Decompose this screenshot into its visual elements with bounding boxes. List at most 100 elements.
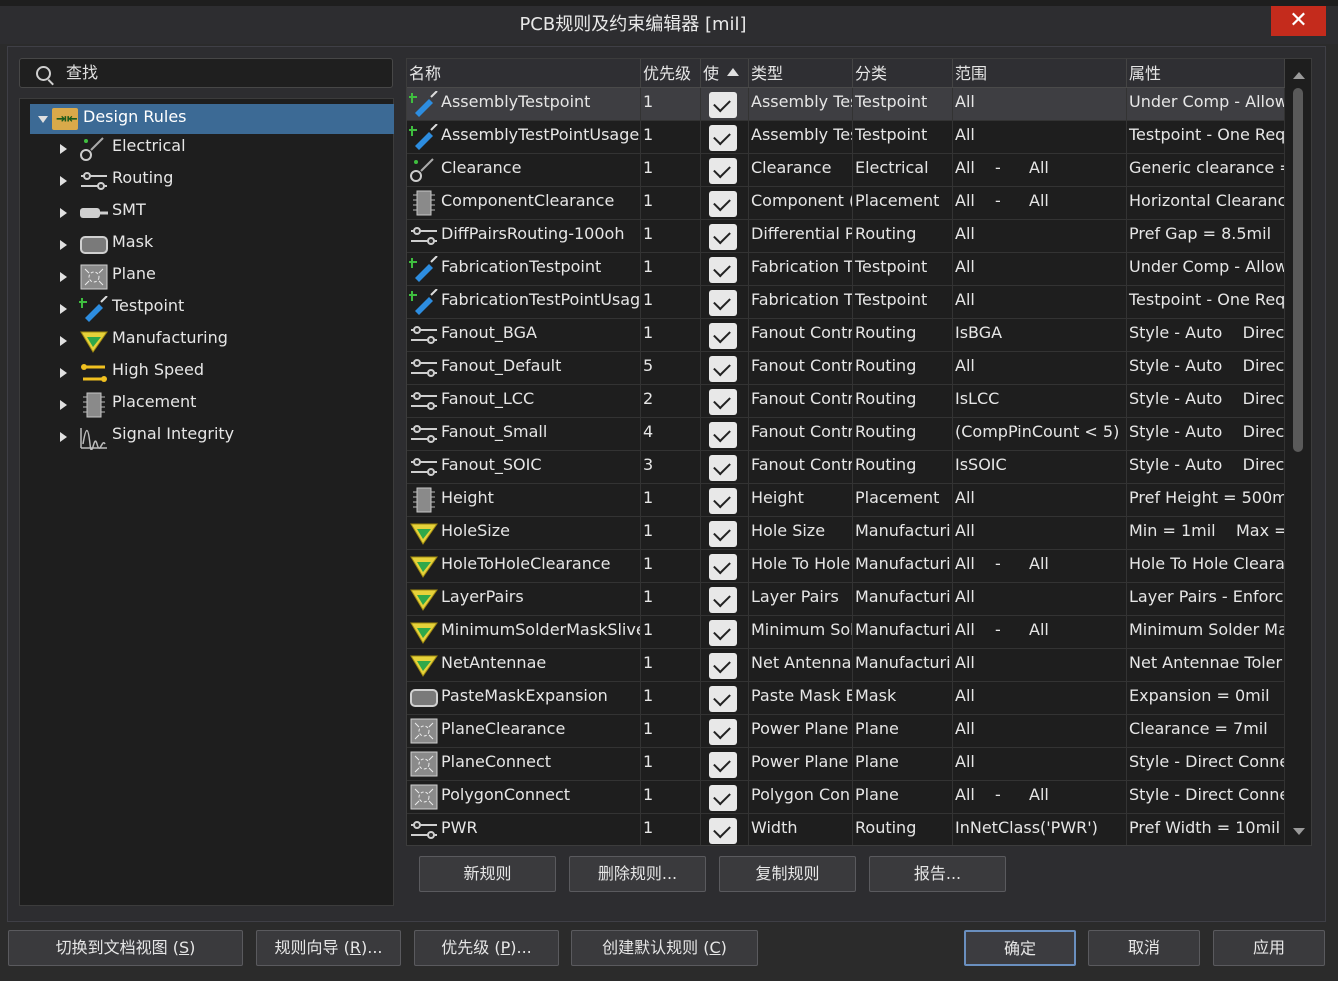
rule-enabled-checkbox[interactable] [709,290,737,316]
expand-arrow-icon[interactable] [60,240,67,250]
expand-arrow-icon[interactable] [60,176,67,186]
col-attributes-header[interactable]: 属性 [1127,59,1285,87]
scroll-thumb[interactable] [1293,88,1303,452]
expand-arrow-icon[interactable] [60,304,67,314]
expand-arrow-icon[interactable] [60,336,67,346]
rule-enabled-checkbox[interactable] [709,653,737,679]
priorities-button[interactable]: 优先级 (P)... [414,930,559,966]
rule-enabled-checkbox[interactable] [709,554,737,580]
scroll-up-icon[interactable] [1293,72,1305,79]
table-row[interactable]: PlaneClearance 1 Power Plane Plane All Cleara… [407,715,1285,748]
scroll-down-icon[interactable] [1293,828,1305,835]
tree-item-routing[interactable]: Routing [55,164,385,196]
rule-name-cell[interactable]: PlaneClearance [407,715,641,747]
rule-name-cell[interactable]: Fanout_BGA [407,319,641,351]
close-button[interactable]: ✕ [1271,6,1326,36]
rule-enabled-checkbox[interactable] [709,422,737,448]
rule-name-cell[interactable]: Clearance [407,154,641,186]
ok-button[interactable]: 确定 [964,930,1076,966]
rule-name-cell[interactable]: PasteMaskExpansion [407,682,641,714]
rule-name-cell[interactable]: FabricationTestPointUsage [407,286,641,318]
table-row[interactable]: Clearance 1 Clearance Electrical All - All Gene… [407,154,1285,187]
table-row[interactable]: MinimumSolderMaskSliver 1 Minimum Sol Manuf… [407,616,1285,649]
tree-item-testpoint[interactable]: Testpoint [55,292,385,324]
collapse-arrow-icon[interactable] [38,116,48,123]
expand-arrow-icon[interactable] [60,144,67,154]
table-row[interactable]: PolygonConnect 1 Polygon Con Plane All - All St… [407,781,1285,814]
expand-arrow-icon[interactable] [60,368,67,378]
tree-item-smt[interactable]: SMT [55,196,385,228]
switch-document-view-button[interactable]: 切换到文档视图 (S) [8,930,243,966]
table-row[interactable]: ComponentClearance 1 Component (Placement A… [407,187,1285,220]
rule-enabled-checkbox[interactable] [709,620,737,646]
rule-enabled-checkbox[interactable] [709,785,737,811]
rule-enabled-checkbox[interactable] [709,389,737,415]
tree-item-electrical[interactable]: Electrical [55,132,385,164]
table-row[interactable]: Fanout_BGA 1 Fanout Contr Routing IsBGA Style… [407,319,1285,352]
rule-name-cell[interactable]: LayerPairs [407,583,641,615]
rule-enabled-checkbox[interactable] [709,158,737,184]
rule-enabled-checkbox[interactable] [709,488,737,514]
tree-item-high-speed[interactable]: High Speed [55,356,385,388]
table-row[interactable]: PWR 1 Width Routing InNetClass('PWR') Pref Wi… [407,814,1285,845]
tree-item-plane[interactable]: Plane [55,260,385,292]
table-row[interactable]: NetAntennae 1 Net Antenna Manufacturin All Ne… [407,649,1285,682]
report-button[interactable]: 报告... [869,856,1006,892]
rule-name-cell[interactable]: HoleSize [407,517,641,549]
rule-name-cell[interactable]: FabricationTestpoint [407,253,641,285]
tree-item-placement[interactable]: Placement [55,388,385,420]
table-row[interactable]: PlaneConnect 1 Power Plane Plane All Style - … [407,748,1285,781]
create-default-rules-button[interactable]: 创建默认规则 (C) [571,930,758,966]
table-row[interactable]: Height 1 Height Placement All Pref Height = 5… [407,484,1285,517]
rule-name-cell[interactable]: Fanout_LCC [407,385,641,417]
expand-arrow-icon[interactable] [60,208,67,218]
rule-name-cell[interactable]: AssemblyTestpoint [407,88,641,120]
expand-arrow-icon[interactable] [60,400,67,410]
rule-enabled-checkbox[interactable] [709,224,737,250]
table-row[interactable]: Fanout_Default 5 Fanout Contr Routing All Sty… [407,352,1285,385]
cancel-button[interactable]: 取消 [1088,930,1200,966]
expand-arrow-icon[interactable] [60,272,67,282]
search-box[interactable]: 查找 [19,58,393,88]
rule-enabled-checkbox[interactable] [709,257,737,283]
rule-name-cell[interactable]: Fanout_Default [407,352,641,384]
expand-arrow-icon[interactable] [60,432,67,442]
rule-name-cell[interactable]: MinimumSolderMaskSliver [407,616,641,648]
rule-enabled-checkbox[interactable] [709,323,737,349]
table-row[interactable]: AssemblyTestpoint 1 Assembly Tes Testpoint A… [407,88,1285,121]
table-row[interactable]: Fanout_Small 4 Fanout Contr Routing (CompPin… [407,418,1285,451]
tree-root-design-rules[interactable]: ⇥⇤ Design Rules [30,104,394,134]
table-scrollbar[interactable] [1288,66,1308,842]
rule-name-cell[interactable]: DiffPairsRouting-100oh [407,220,641,252]
rule-enabled-checkbox[interactable] [709,455,737,481]
table-row[interactable]: HoleToHoleClearance 1 Hole To Hole Manufact… [407,550,1285,583]
rule-name-cell[interactable]: NetAntennae [407,649,641,681]
rule-enabled-checkbox[interactable] [709,818,737,844]
rule-name-cell[interactable]: PWR [407,814,641,845]
rule-wizard-button[interactable]: 规则向导 (R)... [256,930,401,966]
duplicate-rule-button[interactable]: 复制规则 [719,856,856,892]
rule-enabled-checkbox[interactable] [709,719,737,745]
rule-enabled-checkbox[interactable] [709,752,737,778]
rule-enabled-checkbox[interactable] [709,356,737,382]
rule-name-cell[interactable]: HoleToHoleClearance [407,550,641,582]
rule-enabled-checkbox[interactable] [709,587,737,613]
rule-name-cell[interactable]: PlaneConnect [407,748,641,780]
rule-enabled-checkbox[interactable] [709,92,737,118]
table-row[interactable]: Fanout_LCC 2 Fanout Contr Routing IsLCC Style… [407,385,1285,418]
table-row[interactable]: PasteMaskExpansion 1 Paste Mask E Mask All Ex… [407,682,1285,715]
col-priority-header[interactable]: 优先级 [641,59,701,87]
table-row[interactable]: HoleSize 1 Hole Size Manufacturin All Min = 1… [407,517,1285,550]
col-category-header[interactable]: 分类 [853,59,953,87]
rule-enabled-checkbox[interactable] [709,191,737,217]
table-row[interactable]: AssemblyTestPointUsage 1 Assembly Tes Testp… [407,121,1285,154]
col-name-header[interactable]: 名称 [407,59,641,87]
new-rule-button[interactable]: 新规则 [419,856,556,892]
rule-enabled-checkbox[interactable] [709,686,737,712]
tree-item-manufacturing[interactable]: Manufacturing [55,324,385,356]
rule-name-cell[interactable]: Fanout_Small [407,418,641,450]
delete-rule-button[interactable]: 删除规则... [569,856,706,892]
tree-item-signal-integrity[interactable]: Signal Integrity [55,420,385,452]
col-scope-header[interactable]: 范围 [953,59,1127,87]
col-enabled-header[interactable]: 使 [701,59,749,87]
